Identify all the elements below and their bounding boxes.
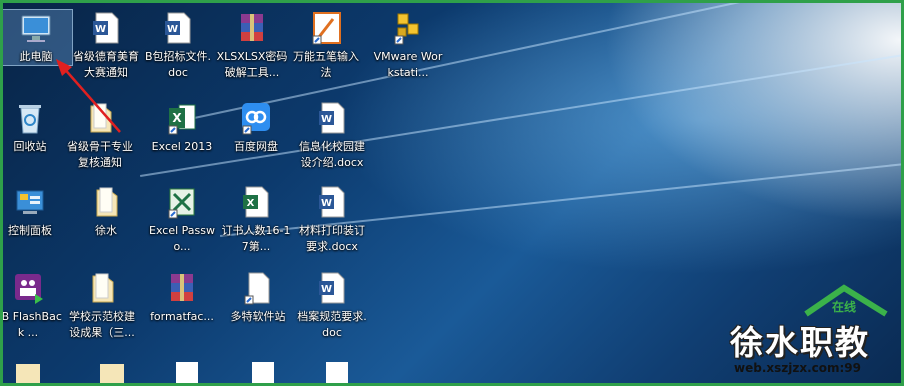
word-doc-icon: W xyxy=(93,12,119,44)
excel-password-icon xyxy=(168,188,195,219)
desktop-icon-app[interactable]: 万能五笔输入法 xyxy=(290,10,362,81)
flashback-icon xyxy=(15,274,43,304)
watermark-logo: 在线 徐水职教 web.xszjzx.com:99 xyxy=(726,284,902,384)
desktop-icon-folder[interactable]: 学校示范校建设成果（三... xyxy=(66,270,138,341)
excel-icon: X xyxy=(168,104,196,135)
icon-label: 学校示范校建设成果（三... xyxy=(69,310,135,339)
desktop-icon-shortcut[interactable]: 多特软件站 xyxy=(222,270,294,325)
svg-text:W: W xyxy=(321,198,332,209)
svg-text:X: X xyxy=(172,111,182,125)
desktop-icon-app[interactable]: VMware Workstati... xyxy=(372,10,444,81)
icon-label: BB FlashBack ... xyxy=(0,310,62,339)
computer-icon xyxy=(21,15,51,42)
icon-label: 百度网盘 xyxy=(234,140,278,153)
icon-label: 多特软件站 xyxy=(230,310,286,323)
desktop-icon-app[interactable]: X Excel 2013 xyxy=(146,100,218,155)
icon-label: 材料打印装订要求.docx xyxy=(299,224,365,253)
watermark-url: web.xszjzx.com:99 xyxy=(734,361,861,375)
svg-text:W: W xyxy=(167,24,178,35)
desktop-icon-file[interactable]: formatfac... xyxy=(146,270,218,325)
partial-icon-row xyxy=(16,360,356,386)
icon-label: 控制面板 xyxy=(8,224,52,237)
desktop-icon-file[interactable]: W B包招标文件.doc xyxy=(142,10,214,81)
watermark-title: 徐水职教 xyxy=(730,323,870,362)
icon-label: B包招标文件.doc xyxy=(144,50,212,79)
desktop-icon-app[interactable]: 百度网盘 xyxy=(220,100,292,155)
folder-icon xyxy=(92,273,114,303)
desktop-icon-app[interactable]: Excel Passwo... xyxy=(146,184,218,255)
wubi-input-icon xyxy=(312,12,341,45)
icon-label: 回收站 xyxy=(13,140,47,153)
vmware-icon xyxy=(394,13,419,45)
svg-text:X: X xyxy=(247,198,255,209)
icon-label: 万能五笔输入法 xyxy=(293,50,359,79)
icon-label: Excel Passwo... xyxy=(149,224,215,253)
word-doc-icon: W xyxy=(319,186,345,218)
word-doc-icon: W xyxy=(165,12,191,44)
svg-text:W: W xyxy=(321,284,332,295)
desktop-icon-file[interactable]: W 材料打印装订要求.docx xyxy=(296,184,368,255)
desktop-icon-folder[interactable]: 徐水 xyxy=(70,184,142,239)
desktop-icon-app[interactable]: BB FlashBack ... xyxy=(0,270,64,341)
excel-file-icon: X xyxy=(243,186,269,218)
svg-text:W: W xyxy=(321,114,332,125)
desktop-icon-file[interactable]: X 订书人数16-17第... xyxy=(220,184,292,255)
icon-label: Excel 2013 xyxy=(151,140,213,153)
watermark-small-text: 在线 xyxy=(832,299,856,314)
desktop-icon-control-panel[interactable]: 控制面板 xyxy=(0,184,66,239)
annotation-arrow-icon xyxy=(56,59,121,133)
control-panel-icon xyxy=(16,190,44,214)
word-doc-icon: W xyxy=(319,102,345,134)
icon-label: formatfac... xyxy=(150,310,214,323)
svg-text:W: W xyxy=(95,24,106,35)
blank-file-icon xyxy=(244,272,270,305)
icon-label: 徐水 xyxy=(95,224,117,237)
word-doc-icon: W xyxy=(319,272,345,304)
folder-icon xyxy=(96,187,118,217)
desktop-icon-file[interactable]: W 信息化校园建设介绍.docx xyxy=(296,100,368,171)
winrar-icon xyxy=(241,14,263,41)
winrar-icon xyxy=(171,274,193,301)
icon-label: 档案规范要求.doc xyxy=(297,310,367,339)
desktop: 此电脑 W 省级德育美育大赛通知 W B包招标文件.doc XLSXLSX密码破… xyxy=(0,0,904,386)
icon-label: VMware Workstati... xyxy=(373,50,443,79)
baidu-netdisk-icon xyxy=(242,103,270,135)
desktop-icon-file[interactable]: W 档案规范要求.doc xyxy=(296,270,368,341)
desktop-icon-file[interactable]: XLSXLSX密码破解工具... xyxy=(216,10,288,81)
icon-label: XLSXLSX密码破解工具... xyxy=(216,50,288,79)
icon-label: 省级骨干专业复核通知 xyxy=(67,140,133,169)
folder-icon xyxy=(16,362,348,386)
icon-label: 订书人数16-17第... xyxy=(221,224,291,253)
icon-label: 信息化校园建设介绍.docx xyxy=(299,140,365,169)
